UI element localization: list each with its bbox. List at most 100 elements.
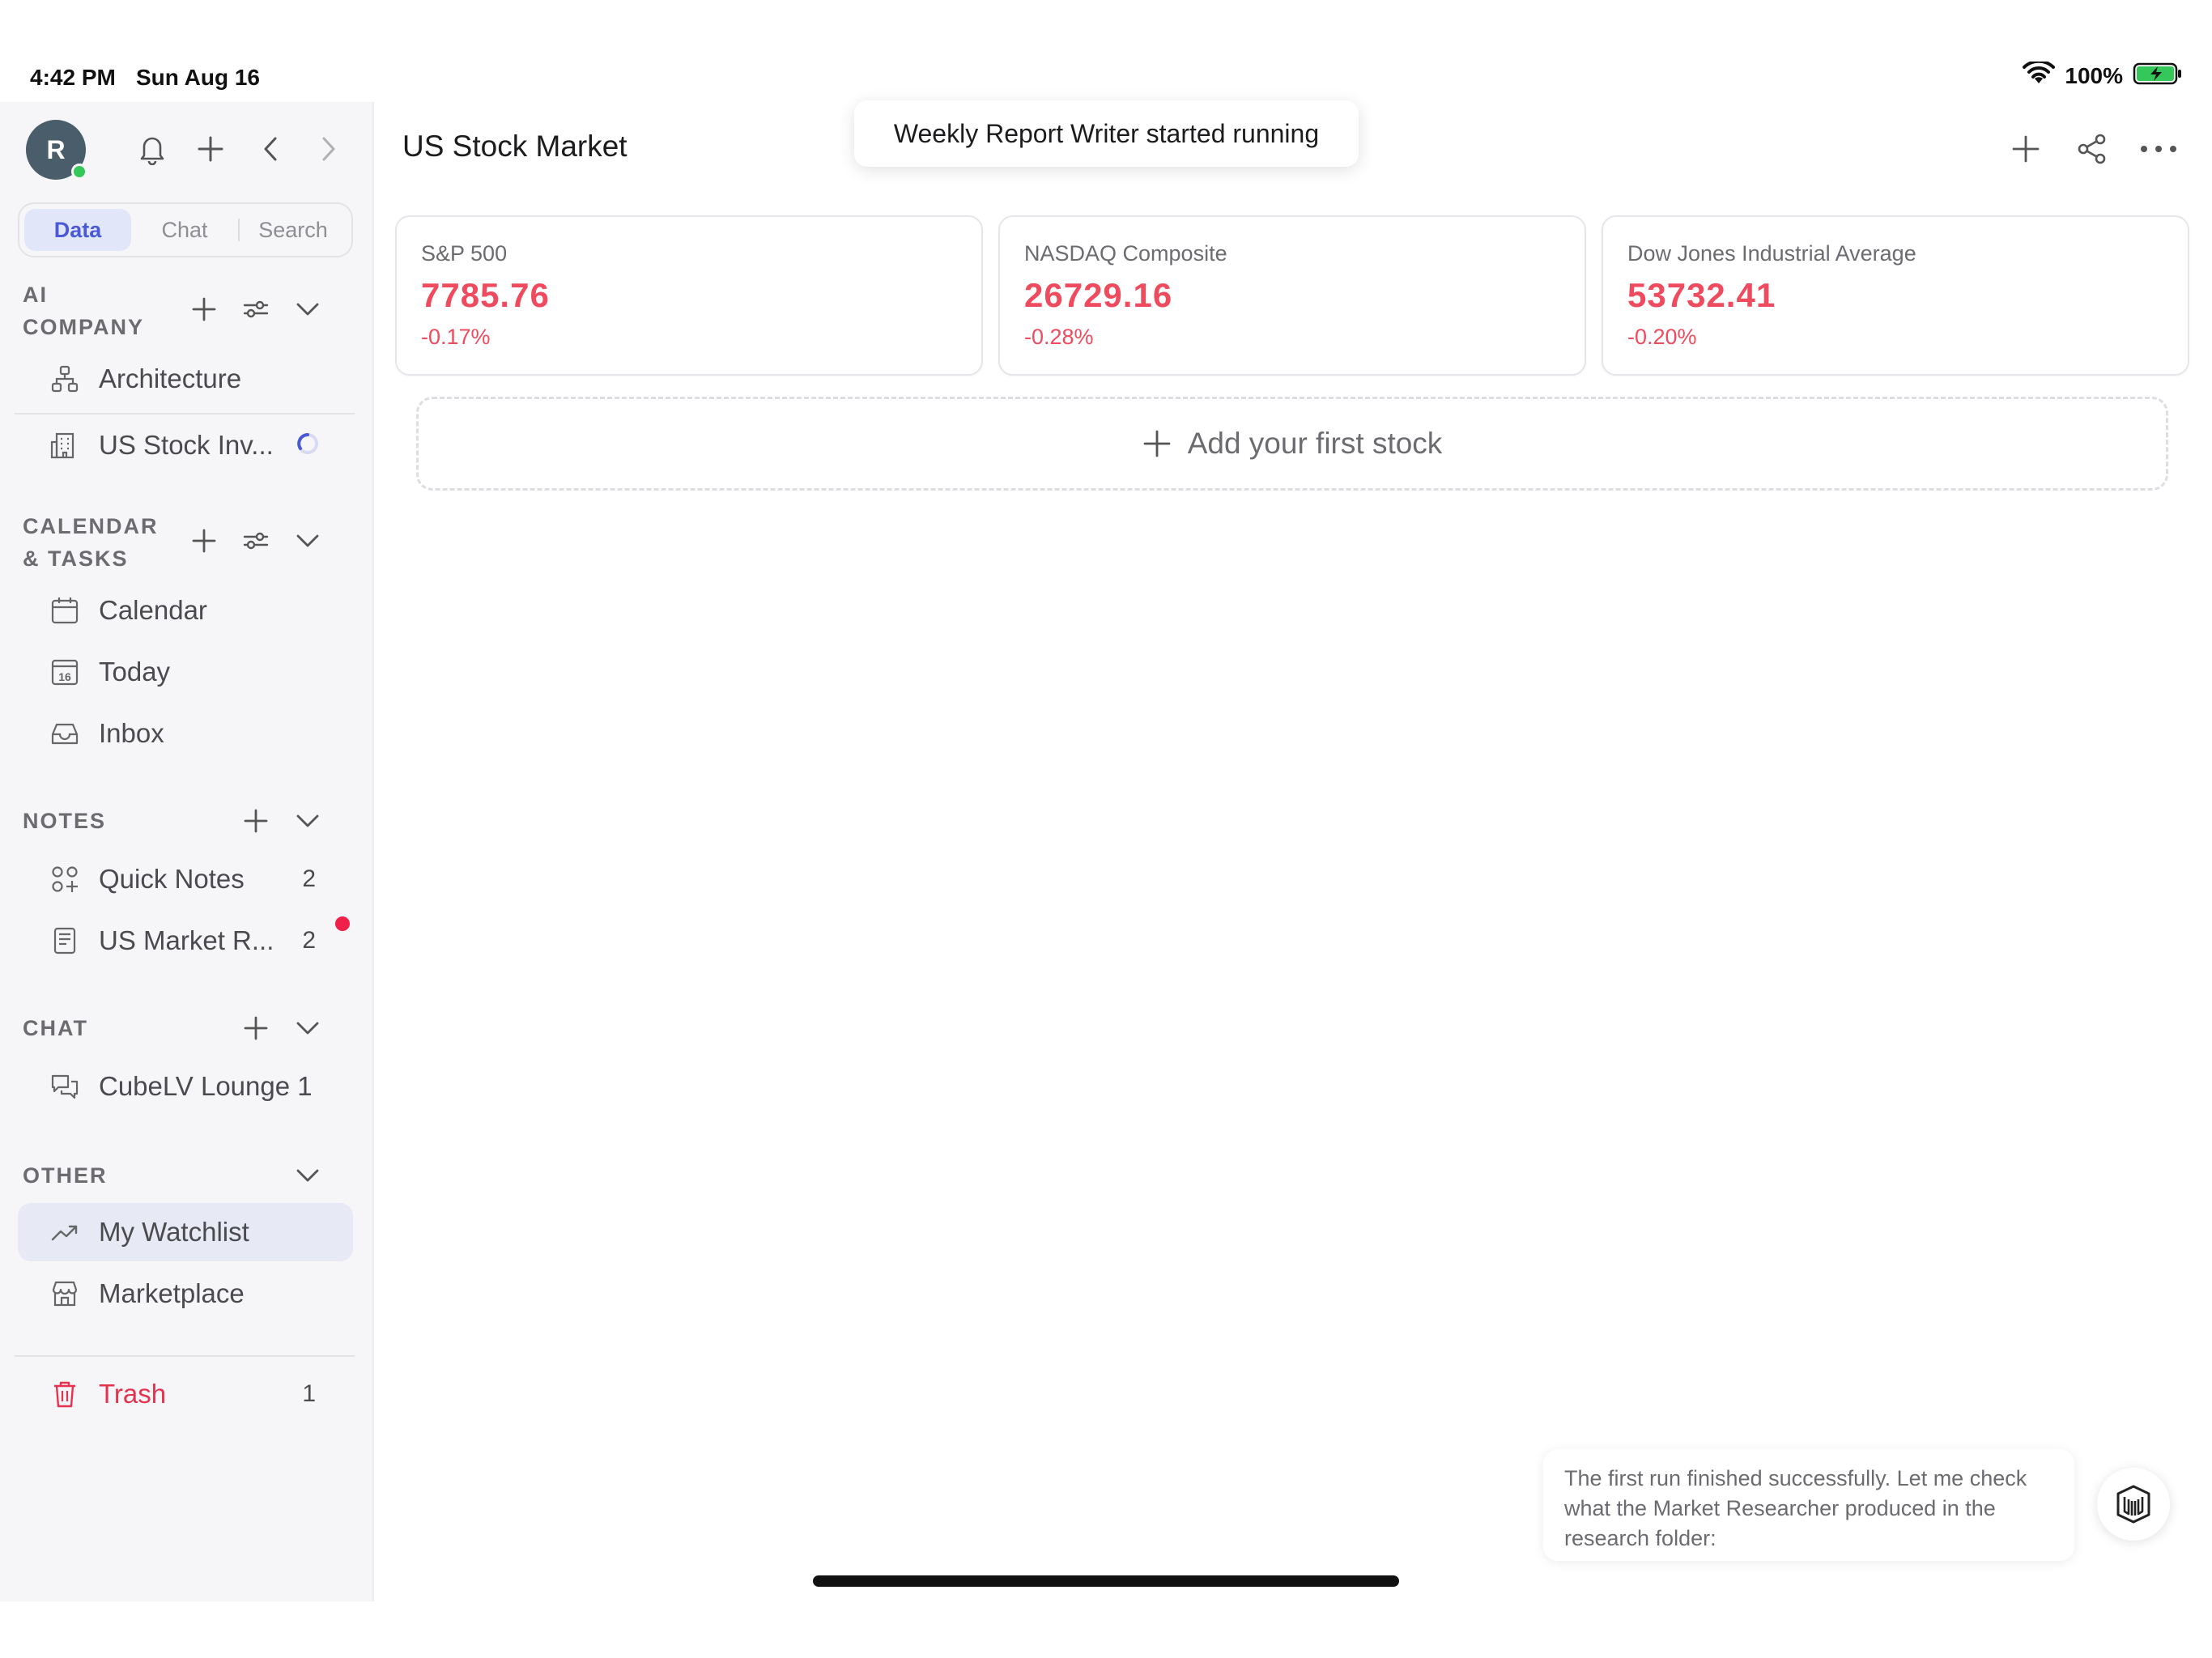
item-count-badge: 2	[302, 865, 316, 892]
tab-data[interactable]: Data	[24, 209, 131, 251]
status-right: 100%	[2023, 59, 2183, 90]
plus-icon	[192, 529, 216, 553]
item-divider	[15, 413, 355, 414]
sidebar-item-label: My Watchlist	[99, 1217, 249, 1247]
chat-collapse-button[interactable]	[287, 1007, 329, 1049]
home-indicator	[813, 1575, 1399, 1587]
index-value: 26729.16	[1024, 276, 1173, 314]
calendar-filter-button[interactable]	[235, 520, 277, 562]
app-root: 4:42 PM Sun Aug 16 100% R Data Chat Sear…	[0, 0, 2212, 1658]
other-collapse-button[interactable]	[287, 1154, 329, 1197]
avatar[interactable]: R	[26, 120, 87, 180]
sidebar-mode-tabs: Data Chat Search	[18, 202, 353, 257]
chevron-down-icon	[296, 1022, 319, 1035]
index-card-nasdaq[interactable]: NASDAQ Composite 26729.16 -0.28%	[998, 215, 1586, 376]
status-time: 4:42 PM	[30, 65, 116, 90]
section-title-chat: CHAT	[23, 1016, 88, 1040]
section-title-calendar-tasks: CALENDAR & TASKS	[23, 510, 159, 575]
add-first-stock-button[interactable]: Add your first stock	[416, 397, 2168, 491]
trash-icon	[49, 1378, 81, 1410]
sitemap-icon	[49, 363, 81, 395]
sliders-icon	[243, 300, 269, 318]
sidebar-item-label: Trash	[99, 1379, 167, 1409]
chevron-right-icon	[322, 137, 335, 161]
index-change: -0.28%	[1024, 325, 1094, 349]
sidebar-item-trash[interactable]: Trash 1	[18, 1365, 353, 1423]
toast-notification: Weekly Report Writer started running	[854, 100, 1359, 167]
wifi-icon	[2023, 59, 2056, 90]
sidebar-item-calendar[interactable]: Calendar	[18, 581, 353, 640]
battery-charging-icon	[2133, 62, 2183, 90]
sidebar-item-today[interactable]: 16 Today	[18, 643, 353, 701]
section-title-line: & TASKS	[23, 546, 129, 571]
calendar-add-button[interactable]	[183, 520, 225, 562]
section-title-other: OTHER	[23, 1163, 108, 1188]
calendar-today-icon: 16	[49, 656, 81, 688]
chat-tools	[225, 1007, 329, 1049]
tab-chat[interactable]: Chat	[131, 209, 238, 251]
sidebar-item-label: Calendar	[99, 595, 207, 625]
share-icon	[2078, 134, 2106, 164]
plus-icon	[244, 1016, 268, 1040]
sidebar: R Data Chat Search AI COMPANY Architectu…	[0, 102, 374, 1601]
sidebar-item-marketplace[interactable]: Marketplace	[18, 1265, 353, 1323]
status-date: Sun Aug 16	[136, 65, 260, 90]
plus-icon	[198, 136, 223, 162]
assistant-logo-icon	[2116, 1485, 2150, 1524]
section-title-line: COMPANY	[23, 315, 145, 339]
section-title-line: AI	[23, 283, 48, 307]
back-button[interactable]	[253, 131, 288, 167]
sidebar-item-label: Quick Notes	[99, 864, 245, 894]
index-value: 53732.41	[1627, 276, 1776, 314]
battery-percent: 100%	[2065, 62, 2123, 88]
section-title-notes: NOTES	[23, 809, 107, 833]
sidebar-item-us-stock-investment[interactable]: US Stock Inv...	[18, 416, 353, 474]
calendar-tools	[173, 520, 329, 562]
ai-company-filter-button[interactable]	[235, 288, 277, 330]
ai-company-tools	[173, 288, 329, 330]
more-horizontal-icon	[2141, 146, 2176, 152]
index-card-dow-jones[interactable]: Dow Jones Industrial Average 53732.41 -0…	[1602, 215, 2189, 376]
plus-icon	[1143, 430, 1171, 457]
notifications-button[interactable]	[134, 131, 170, 167]
index-name: S&P 500	[421, 241, 508, 266]
ai-company-collapse-button[interactable]	[287, 288, 329, 330]
sidebar-item-inbox[interactable]: Inbox	[18, 704, 353, 763]
new-item-button[interactable]	[193, 131, 228, 167]
more-options-button[interactable]	[2138, 128, 2180, 170]
sidebar-item-label: Architecture	[99, 363, 242, 393]
sidebar-item-us-market-report[interactable]: US Market R... 2	[18, 912, 353, 970]
page-title: US Stock Market	[402, 130, 627, 163]
chevron-down-icon	[296, 303, 319, 316]
chat-add-button[interactable]	[235, 1007, 277, 1049]
store-icon	[49, 1278, 81, 1310]
trend-up-icon	[49, 1216, 81, 1248]
building-icon	[49, 429, 81, 461]
share-button[interactable]	[2071, 128, 2113, 170]
assistant-message-bubble[interactable]: The first run finished successfully. Let…	[1543, 1449, 2074, 1561]
assistant-button[interactable]	[2097, 1468, 2170, 1541]
add-button[interactable]	[2005, 128, 2047, 170]
index-change: -0.17%	[421, 325, 491, 349]
notes-add-button[interactable]	[235, 800, 277, 842]
ai-company-add-button[interactable]	[183, 288, 225, 330]
forward-button[interactable]	[311, 131, 347, 167]
add-first-stock-label: Add your first stock	[1187, 427, 1443, 460]
sidebar-item-my-watchlist[interactable]: My Watchlist	[18, 1203, 353, 1261]
tab-search[interactable]: Search	[240, 209, 347, 251]
sidebar-item-cubelv-lounge[interactable]: CubeLV Lounge 1	[18, 1057, 353, 1116]
notes-collapse-button[interactable]	[287, 800, 329, 842]
notes-tools	[225, 800, 329, 842]
status-bar: 4:42 PM Sun Aug 16 100%	[0, 0, 2212, 102]
bell-icon	[140, 137, 164, 165]
sidebar-item-label: Today	[99, 657, 171, 687]
assistant-message-text: The first run finished successfully. Let…	[1564, 1466, 2027, 1550]
sliders-icon	[243, 532, 269, 550]
avatar-initial: R	[46, 134, 66, 164]
sidebar-item-label: CubeLV Lounge 1	[99, 1071, 313, 1101]
index-card-sp500[interactable]: S&P 500 7785.76 -0.17%	[395, 215, 983, 376]
sidebar-item-quick-notes[interactable]: Quick Notes 2	[18, 850, 353, 908]
section-title-ai-company: AI COMPANY	[23, 278, 144, 343]
sidebar-item-architecture[interactable]: Architecture	[18, 350, 353, 408]
calendar-collapse-button[interactable]	[287, 520, 329, 562]
